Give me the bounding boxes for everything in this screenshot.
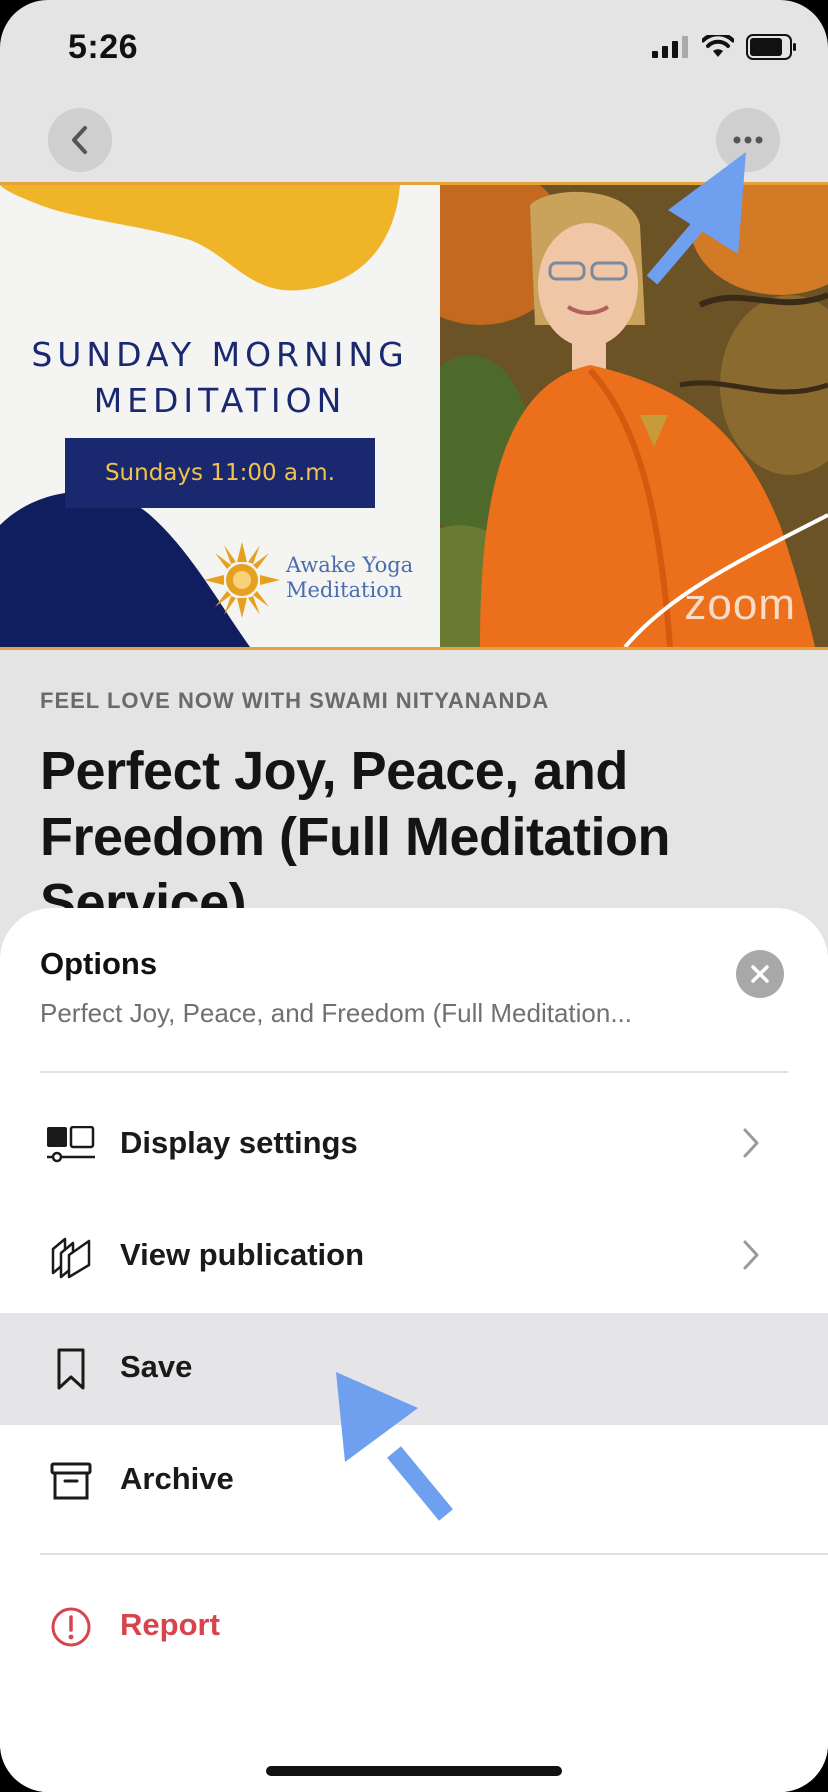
sheet-divider-top bbox=[40, 1071, 788, 1073]
menu-label-archive: Archive bbox=[120, 1461, 234, 1496]
menu-item-display-settings[interactable]: Display settings bbox=[0, 1089, 828, 1201]
report-icon bbox=[44, 1602, 98, 1652]
chevron-right-icon bbox=[743, 1128, 759, 1158]
top-nav bbox=[0, 100, 828, 182]
close-icon bbox=[751, 965, 769, 983]
menu-label-view-publication: View publication bbox=[120, 1237, 365, 1272]
speaker-photo-illustration bbox=[440, 185, 828, 647]
more-options-button[interactable] bbox=[716, 108, 780, 172]
ellipsis-icon bbox=[733, 136, 763, 144]
display-settings-icon bbox=[44, 1120, 98, 1170]
speaker-photo: zoom bbox=[440, 185, 828, 647]
archive-icon bbox=[44, 1456, 98, 1506]
status-icons bbox=[652, 34, 798, 60]
publication-icon bbox=[44, 1232, 98, 1282]
sun-logo-icon bbox=[204, 542, 280, 618]
options-sheet: Options Perfect Joy, Peace, and Freedom … bbox=[0, 908, 828, 1792]
brand-name: Awake Yoga Meditation bbox=[286, 553, 413, 603]
chevron-left-icon bbox=[72, 126, 87, 154]
post-header: FEEL LOVE NOW WITH SWAMI NITYANANDA Perf… bbox=[40, 688, 800, 936]
menu-item-view-publication[interactable]: View publication bbox=[0, 1201, 828, 1313]
chevron-right-icon bbox=[743, 1240, 759, 1270]
menu-item-report[interactable]: Report bbox=[0, 1571, 828, 1683]
status-bar: 5:26 bbox=[0, 0, 828, 100]
publication-name[interactable]: FEEL LOVE NOW WITH SWAMI NITYANANDA bbox=[40, 688, 800, 714]
event-banner: SUNDAY MORNING MEDITATION Sundays 11:00 … bbox=[0, 185, 440, 647]
home-indicator[interactable] bbox=[266, 1766, 562, 1776]
brand-line1: Awake Yoga bbox=[286, 553, 414, 577]
schedule-label: Sundays 11:00 a.m. bbox=[65, 438, 375, 508]
menu-label-save: Save bbox=[120, 1349, 193, 1384]
wifi-icon bbox=[702, 35, 734, 57]
menu-item-archive[interactable]: Archive bbox=[0, 1425, 828, 1537]
close-button[interactable] bbox=[736, 950, 784, 998]
menu-label-display-settings: Display settings bbox=[120, 1125, 358, 1160]
battery-icon bbox=[746, 34, 796, 60]
bookmark-icon bbox=[44, 1344, 98, 1394]
hero-image: SUNDAY MORNING MEDITATION Sundays 11:00 … bbox=[0, 182, 828, 650]
banner-title-line1: SUNDAY MORNING bbox=[31, 335, 409, 374]
back-button[interactable] bbox=[48, 108, 112, 172]
menu-label-report: Report bbox=[120, 1607, 220, 1642]
post-title: Perfect Joy, Peace, and Freedom (Full Me… bbox=[40, 741, 671, 933]
menu-item-save[interactable]: Save bbox=[0, 1313, 828, 1425]
app-screen: 5:26 SUNDAY MORNING MEDITATION Sundays 1… bbox=[0, 0, 828, 1792]
zoom-watermark: zoom bbox=[684, 580, 796, 629]
sheet-subtitle: Perfect Joy, Peace, and Freedom (Full Me… bbox=[40, 998, 633, 1028]
cellular-signal-icon bbox=[652, 36, 688, 58]
brand-line2: Meditation bbox=[286, 578, 403, 602]
sheet-title: Options bbox=[40, 946, 158, 981]
sheet-divider-bottom bbox=[40, 1553, 828, 1555]
status-time: 5:26 bbox=[68, 28, 139, 66]
banner-title-line2: MEDITATION bbox=[93, 381, 347, 420]
